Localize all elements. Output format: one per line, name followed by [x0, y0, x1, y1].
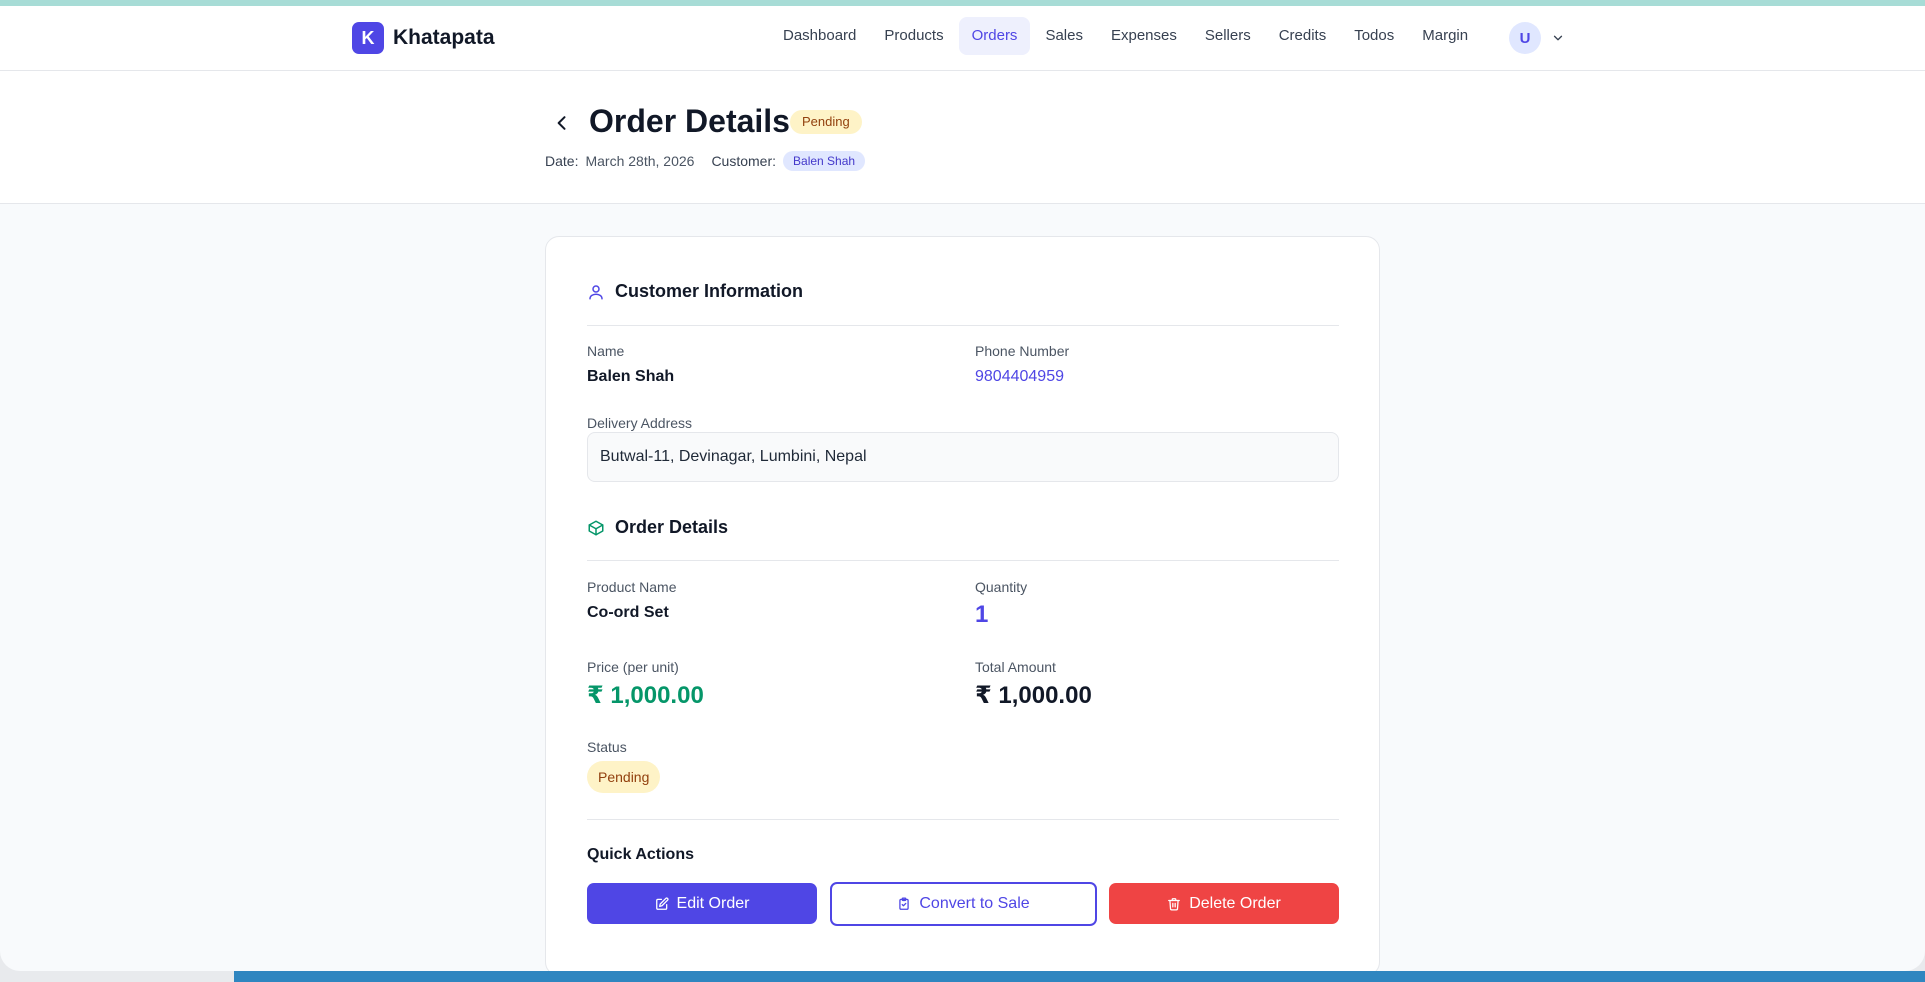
taskbar-strip [234, 971, 1925, 982]
status-field: Status Pending [587, 739, 661, 793]
delete-order-label: Delete Order [1189, 894, 1281, 912]
total-label: Total Amount [975, 659, 1056, 675]
customer-label: Customer: [711, 153, 777, 169]
nav-link-dashboard[interactable]: Dashboard [770, 17, 869, 55]
brand-name: Khatapata [393, 26, 495, 49]
phone-label: Phone Number [975, 343, 1070, 359]
clipboard-check-icon [899, 897, 910, 910]
order-meta: Date: March 28th, 2026 Customer: Balen S… [545, 151, 866, 171]
quantity-value: 1 [975, 601, 989, 628]
nav-link-orders[interactable]: Orders [958, 17, 1031, 55]
chevron-down-icon[interactable] [1551, 31, 1565, 45]
order-details-header: Order Details [587, 517, 728, 538]
convert-to-sale-label: Convert to Sale [919, 895, 1030, 912]
address-label: Delivery Address [587, 415, 693, 431]
customer-info-title: Customer Information [615, 281, 804, 301]
date-label: Date: [545, 153, 579, 169]
delivery-address: Butwal-11, Devinagar, Lumbini, Nepal [587, 432, 1339, 482]
divider [587, 560, 1339, 561]
nav-link-credits[interactable]: Credits [1266, 17, 1340, 55]
date-value: March 28th, 2026 [585, 153, 695, 169]
delete-order-button[interactable]: Delete Order [1109, 883, 1339, 924]
customer-name-field: Name Balen Shah [587, 343, 674, 386]
customer-chip: Balen Shah [783, 151, 866, 171]
avatar[interactable]: U [1509, 22, 1541, 54]
quantity-field: Quantity 1 [975, 579, 1027, 629]
phone-field: Phone Number 9804404959 [975, 343, 1069, 386]
name-value: Balen Shah [587, 368, 675, 385]
nav-link-todos[interactable]: Todos [1341, 17, 1407, 55]
brand[interactable]: K Khatapata [352, 22, 495, 54]
customer-info-header: Customer Information [587, 281, 803, 302]
price-label: Price (per unit) [587, 659, 679, 675]
phone-link[interactable]: 9804404959 [975, 368, 1069, 386]
divider [587, 819, 1339, 820]
page-header: Order Details Pending Date: March 28th, … [0, 71, 1925, 204]
price-field: Price (per unit) ₹ 1,000.00 [587, 659, 704, 710]
name-label: Name [587, 343, 625, 359]
nav-link-margin[interactable]: Margin [1409, 17, 1481, 55]
nav-links: Dashboard Products Orders Sales Expenses… [770, 17, 1483, 55]
status-badge: Pending [790, 110, 862, 134]
address-label-wrap: Delivery Address [587, 415, 692, 431]
product-value: Co-ord Set [587, 604, 669, 621]
total-value: ₹ 1,000.00 [975, 682, 1092, 709]
total-field: Total Amount ₹ 1,000.00 [975, 659, 1092, 710]
nav-link-sales[interactable]: Sales [1032, 17, 1096, 55]
back-arrow-icon[interactable] [552, 113, 572, 133]
trash-icon [1168, 897, 1181, 910]
convert-to-sale-button[interactable]: Convert to Sale [830, 882, 1097, 926]
package-icon [588, 520, 604, 535]
order-card: Customer Information Name Balen Shah Pho… [545, 236, 1380, 971]
edit-icon [655, 896, 669, 910]
status-pill: Pending [587, 761, 661, 793]
user-icon [589, 284, 603, 299]
quantity-label: Quantity [975, 579, 1028, 595]
nav-link-products[interactable]: Products [871, 17, 956, 55]
top-navbar: K Khatapata Dashboard Products Orders Sa… [0, 6, 1925, 71]
brand-logo: K [352, 22, 384, 54]
nav-link-expenses[interactable]: Expenses [1098, 17, 1190, 55]
price-value: ₹ 1,000.00 [587, 682, 704, 709]
page-title: Order Details [589, 103, 790, 139]
status-label: Status [587, 739, 627, 755]
edit-order-label: Edit Order [676, 894, 750, 912]
product-field: Product Name Co-ord Set [587, 579, 676, 622]
product-label: Product Name [587, 579, 677, 595]
nav-link-sellers[interactable]: Sellers [1192, 17, 1264, 55]
app-window: K Khatapata Dashboard Products Orders Sa… [0, 6, 1925, 971]
divider [587, 325, 1339, 326]
user-menu[interactable]: U [1509, 22, 1565, 54]
order-details-title: Order Details [615, 517, 729, 537]
edit-order-button[interactable]: Edit Order [587, 883, 817, 924]
quick-actions-title: Quick Actions [587, 846, 694, 863]
